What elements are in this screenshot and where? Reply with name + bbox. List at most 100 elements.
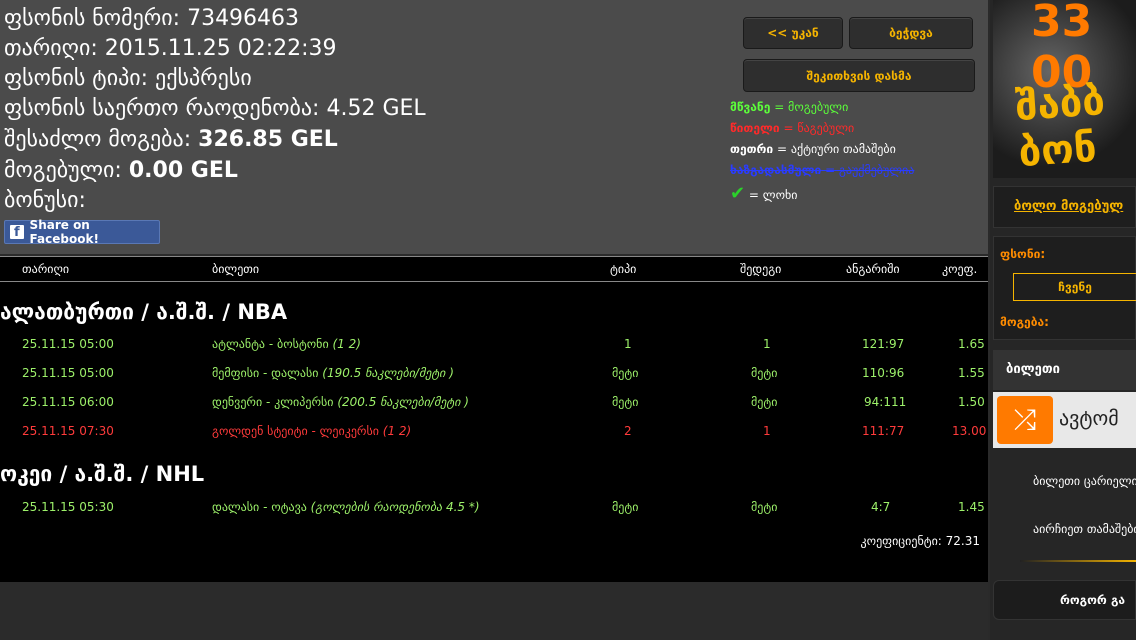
- row-account: 94:111: [864, 395, 907, 409]
- col-result: შედეგი: [740, 262, 782, 276]
- table-row: 25.11.15 05:00 მემფისი - დალასი (190.5 ნ…: [0, 366, 988, 386]
- how-to-link[interactable]: როგორ გა: [1060, 593, 1125, 607]
- col-type: ტიპი: [610, 262, 637, 276]
- row-account: 121:97: [862, 337, 905, 351]
- divider: [1020, 560, 1136, 562]
- bet-type: ფსონის ტიპი: ექსპრესი: [4, 66, 252, 91]
- legend-won-desc: = მოგებული: [774, 100, 849, 114]
- how-to-box[interactable]: როგორ გა: [993, 580, 1136, 620]
- row-result: მეტი: [751, 395, 778, 409]
- row-match: დალასი - ოტავა (გოლების რაოდენობა 4.5 *): [212, 500, 480, 514]
- bet-input[interactable]: ჩვენე: [1013, 273, 1136, 301]
- auto-label: ავტომ: [1059, 406, 1119, 430]
- row-result: 1: [763, 337, 771, 351]
- ticket-header: ფსონის ნომერი: 73496463 თარიღი: 2015.11.…: [0, 0, 988, 254]
- row-type: მეტი: [612, 366, 639, 380]
- row-account: 111:77: [862, 424, 905, 438]
- won-label: მოგებული:: [4, 158, 122, 183]
- ticket-title: ბილეთი: [1006, 362, 1060, 377]
- possible-win: შესაძლო მოგება: 326.85 GEL: [4, 127, 338, 153]
- col-date: თარიღი: [22, 262, 70, 276]
- total-stake-value: 4.52 GEL: [326, 96, 426, 121]
- row-match: მემფისი - დალასი (190.5 ნაკლები/მეტი ): [212, 366, 454, 380]
- row-match: გოლდენ სტეიტი - ლეიკერსი (1 2): [212, 424, 412, 438]
- bet-calculator: ფსონი: ჩვენე მოგება:: [993, 236, 1136, 340]
- row-date: 25.11.15 07:30: [22, 424, 114, 438]
- row-type: მეტი: [612, 395, 639, 409]
- row-date: 25.11.15 06:00: [22, 395, 114, 409]
- banner-text: შაბბ ბონ: [1013, 78, 1107, 177]
- bonus: ბონუსი:: [4, 188, 86, 213]
- row-coef: 1.45: [958, 500, 985, 514]
- col-coef: კოეფ.: [942, 262, 978, 276]
- row-type: მეტი: [612, 500, 639, 514]
- row-type: 1: [624, 337, 632, 351]
- row-date: 25.11.15 05:00: [22, 366, 114, 380]
- ticket-panel-header: ბილეთი: [993, 350, 1136, 390]
- row-date: 25.11.15 05:30: [22, 500, 114, 514]
- ticket-date: თარიღი: 2015.11.25 02:22:39: [4, 36, 337, 61]
- row-type: 2: [624, 424, 632, 438]
- row-coef: 1.50: [958, 395, 985, 409]
- legend-active-term: თეთრი: [730, 142, 774, 156]
- row-match: დენვერი - კლიპერსი (200.5 ნაკლები/მეტი ): [212, 395, 469, 409]
- row-result: 1: [763, 424, 771, 438]
- legend-lost-desc: = წაგებული: [783, 121, 855, 135]
- total-stake: ფსონის საერთო რაოდენობა: 4.52 GEL: [4, 96, 426, 122]
- row-coef: 1.55: [958, 366, 985, 380]
- table-row: 25.11.15 05:30 დალასი - ოტავა (გოლების რ…: [0, 500, 988, 520]
- checkmark-icon: ✔: [730, 183, 746, 204]
- ticket-number: ფსონის ნომერი: 73496463: [4, 6, 300, 31]
- ask-question-button[interactable]: შეკითხვის დასმა: [743, 59, 975, 92]
- back-button[interactable]: << უკან: [743, 17, 843, 49]
- legend-active: თეთრი = აქტიური თამაშები: [730, 142, 896, 156]
- legend-won-term: მწვანე: [730, 100, 771, 114]
- table-row: 25.11.15 05:00 ატლანტა - ბოსტონი (1 2) 1…: [0, 337, 988, 357]
- table-header: თარიღი ბილეთი ტიპი შედეგი ანგარიში კოეფ.: [0, 256, 988, 282]
- legend-check: ✔ = ლოხი: [730, 183, 797, 204]
- row-date: 25.11.15 05:00: [22, 337, 114, 351]
- group-title-nhl: ოკეი / ა.შ.შ. / NHL: [0, 462, 205, 486]
- legend-lost: წითელი = წაგებული: [730, 121, 854, 135]
- legend-cancelled: ხაზგადასმული = გაუქმებულია: [730, 163, 914, 177]
- table-row: 25.11.15 06:00 დენვერი - კლიპერსი (200.5…: [0, 395, 988, 415]
- legend-active-desc: = აქტიური თამაშები: [777, 142, 896, 156]
- total-coefficient: კოეფიციენტი: 72.31: [860, 534, 980, 548]
- legend-cancelled-term: ხაზგადასმული: [730, 163, 822, 177]
- shuffle-icon: ⤮: [997, 396, 1053, 444]
- bet-label: ფსონი:: [1000, 247, 1046, 261]
- legend-cancelled-desc: = გაუქმებულია: [825, 163, 915, 177]
- print-button[interactable]: ბეჭდვა: [849, 17, 973, 49]
- won-value: 0.00 GEL: [128, 158, 238, 183]
- row-match: ატლანტა - ბოსტონი (1 2): [212, 337, 361, 351]
- row-result: მეტი: [751, 500, 778, 514]
- facebook-share-label: Share on Facebook!: [29, 218, 99, 246]
- legend-lost-term: წითელი: [730, 121, 780, 135]
- last-winners-link[interactable]: ბოლო მოგებულ: [1014, 199, 1123, 214]
- auto-button[interactable]: ⤮ ავტომ: [993, 392, 1136, 448]
- ticket-empty-text: ბილეთი ცარიელია: [1033, 474, 1136, 488]
- facebook-icon: f: [10, 225, 24, 240]
- possible-win-label: შესაძლო მოგება:: [4, 127, 192, 152]
- last-winners-box[interactable]: ბოლო მოგებულ: [993, 186, 1136, 228]
- legend-won: მწვანე = მოგებული: [730, 100, 848, 114]
- main-panel: ფსონის ნომერი: 73496463 თარიღი: 2015.11.…: [0, 0, 988, 640]
- possible-win-value: 326.85 GEL: [198, 127, 338, 152]
- legend-check-desc: = ლოხი: [748, 188, 798, 202]
- facebook-share-button[interactable]: f Share on Facebook!: [4, 218, 160, 246]
- row-result: მეტი: [751, 366, 778, 380]
- promo-banner[interactable]: 33 00 შაბბ ბონ: [993, 0, 1136, 178]
- col-ticket: ბილეთი: [212, 262, 260, 276]
- won-amount: მოგებული: 0.00 GEL: [4, 158, 238, 184]
- total-stake-label: ფსონის საერთო რაოდენობა:: [4, 96, 320, 121]
- win-label: მოგება:: [1000, 315, 1049, 329]
- table-row: 25.11.15 07:30 გოლდენ სტეიტი - ლეიკერსი …: [0, 424, 988, 444]
- group-title-nba: ალათბურთი / ა.შ.შ. / NBA: [0, 300, 288, 324]
- ticket-table: ალათბურთი / ა.შ.შ. / NBA 25.11.15 05:00 …: [0, 282, 988, 582]
- row-account: 110:96: [862, 366, 905, 380]
- row-coef: 1.65: [958, 337, 985, 351]
- col-account: ანგარიში: [846, 262, 900, 276]
- pick-games-text: აირჩიეთ თამაშები: [1033, 522, 1136, 536]
- row-account: 4:7: [871, 500, 891, 514]
- row-coef: 13.00: [952, 424, 987, 438]
